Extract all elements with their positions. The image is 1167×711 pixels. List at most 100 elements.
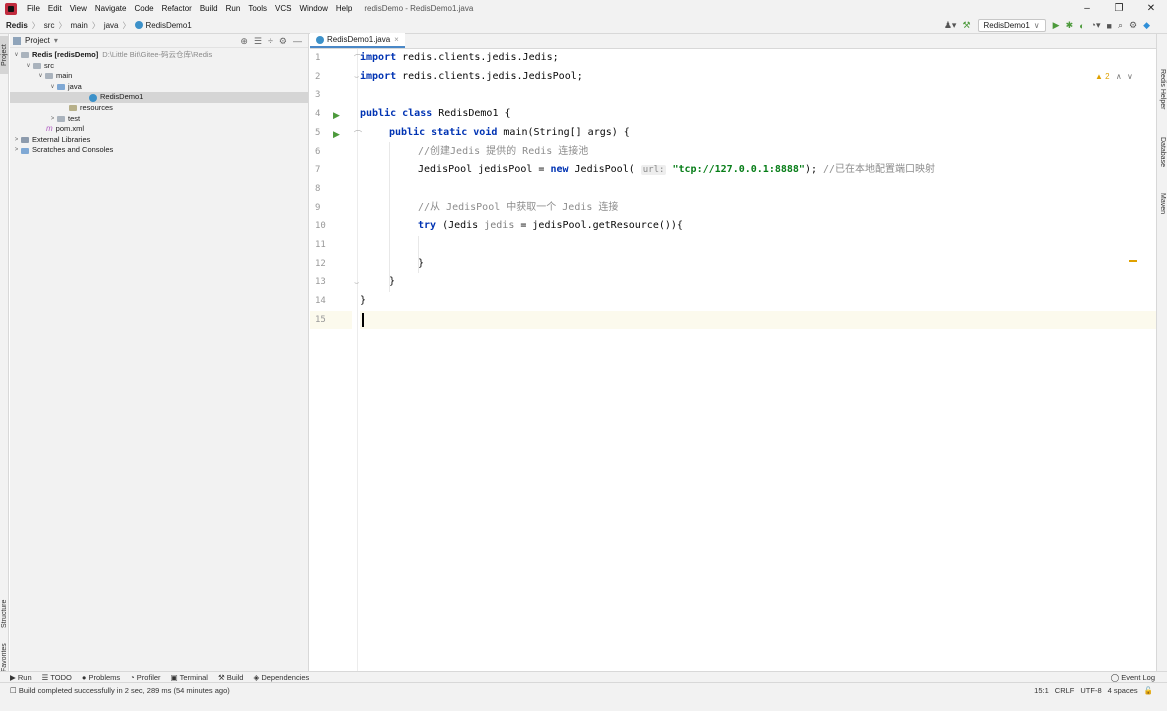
tool-build-button[interactable]: ⚒ Build — [218, 673, 244, 682]
menu-tools[interactable]: Tools — [244, 0, 271, 17]
breadcrumb-class[interactable]: RedisDemo1 — [146, 21, 192, 30]
line-number-gutter: 1 2 3 4 5 6 7 8 9 10 11 12 13 14 15 ▶ ▶ … — [310, 49, 362, 682]
expand-all-icon[interactable]: ☰ — [254, 36, 262, 47]
menu-navigate[interactable]: Navigate — [91, 0, 131, 17]
menu-help[interactable]: Help — [332, 0, 356, 17]
tool-tab-structure[interactable]: Structure — [0, 594, 9, 634]
menu-refactor[interactable]: Refactor — [158, 0, 196, 17]
stop-icon[interactable]: ■ — [1107, 21, 1112, 31]
chevron-down-icon[interactable]: ∨ — [24, 61, 33, 72]
menu-build[interactable]: Build — [196, 0, 222, 17]
debug-icon[interactable]: ✱ — [1066, 20, 1074, 31]
locate-icon[interactable]: ⊕ — [240, 36, 248, 47]
fold-icon[interactable]: ⌣ — [354, 278, 359, 288]
settings-gear-icon[interactable]: ⚙ — [1129, 20, 1137, 31]
tree-item-resources[interactable]: resources — [10, 103, 308, 114]
menu-view[interactable]: View — [66, 0, 91, 17]
collapse-all-icon[interactable]: ÷ — [268, 36, 273, 47]
tool-run-button[interactable]: ▶ Run — [10, 673, 32, 682]
menu-vcs[interactable]: VCS — [271, 0, 295, 17]
java-class-icon — [316, 35, 324, 44]
gear-icon[interactable]: ⚙ — [279, 36, 287, 47]
chevron-down-icon[interactable]: ∨ — [48, 82, 57, 93]
menu-code[interactable]: Code — [130, 0, 157, 17]
tool-tab-redis-helper[interactable]: Redis Helper — [1158, 64, 1167, 114]
tool-problems-button[interactable]: ● Problems — [82, 673, 120, 682]
tree-item-pom[interactable]: m pom.xml — [10, 124, 308, 135]
status-message[interactable]: ☐ Build completed successfully in 2 sec,… — [10, 686, 230, 695]
chevron-right-icon: 〉 — [91, 20, 100, 30]
tool-todo-button[interactable]: ☰ TODO — [42, 673, 72, 682]
breadcrumb-src[interactable]: src — [44, 21, 55, 30]
code-area[interactable]: import redis.clients.jedis.Jedis; import… — [360, 49, 1156, 682]
build-hammer-icon[interactable]: ⚒ — [962, 20, 970, 31]
fold-icon[interactable]: ⌣ — [354, 72, 359, 82]
code-token: import — [360, 70, 397, 82]
file-encoding[interactable]: UTF-8 — [1080, 686, 1101, 695]
chevron-right-icon[interactable]: > — [12, 145, 21, 156]
hide-panel-icon[interactable]: — — [293, 36, 302, 47]
close-tab-icon[interactable]: × — [394, 35, 399, 44]
chevron-down-icon[interactable]: ∨ — [12, 50, 21, 61]
run-config-select[interactable]: RedisDemo1 ∨ — [977, 19, 1046, 32]
tab-redisdemo1-java[interactable]: RedisDemo1.java × — [310, 33, 405, 48]
coverage-icon[interactable]: ◐ — [1079, 21, 1084, 31]
user-icon[interactable]: ♟▾ — [944, 20, 957, 31]
java-class-icon — [134, 21, 143, 29]
tool-tab-database[interactable]: Database — [1158, 130, 1167, 174]
indent-setting[interactable]: 4 spaces — [1108, 686, 1138, 695]
event-log-button[interactable]: ◯ Event Log — [1111, 673, 1155, 682]
project-panel-header: Project ▾ ⊕ ☰ ÷ ⚙ — — [10, 34, 308, 48]
tree-item-test[interactable]: > test — [10, 114, 308, 125]
tool-profiler-button[interactable]: ◔ Profiler — [130, 673, 160, 682]
code-line: try (Jedis jedis = jedisPool.getResource… — [360, 217, 1156, 236]
maximize-button[interactable]: ❐ — [1103, 0, 1135, 17]
tool-dependencies-button[interactable]: ◈ Dependencies — [253, 673, 309, 682]
tool-label: Run — [17, 672, 32, 682]
breadcrumb-java[interactable]: java — [104, 21, 119, 30]
menu-file[interactable]: File — [23, 0, 44, 17]
tree-item-scratches[interactable]: > Scratches and Consoles — [10, 145, 308, 156]
run-main-icon[interactable]: ▶ — [333, 129, 340, 140]
run-icon[interactable]: ▶ — [1053, 20, 1060, 31]
menu-run[interactable]: Run — [222, 0, 245, 17]
chevron-down-icon[interactable]: ∨ — [1127, 72, 1133, 81]
warning-scroll-marker[interactable] — [1129, 260, 1137, 262]
folder-icon — [57, 115, 65, 122]
search-icon[interactable]: ⌕ — [1118, 20, 1123, 31]
menu-window[interactable]: Window — [295, 0, 331, 17]
tool-tab-maven[interactable]: Maven — [1158, 186, 1167, 222]
tree-item-redisdemo1[interactable]: RedisDemo1 — [10, 92, 308, 103]
minimize-button[interactable]: – — [1071, 0, 1103, 17]
close-window-button[interactable]: ✕ — [1135, 0, 1167, 17]
line-separator[interactable]: CRLF — [1055, 686, 1075, 695]
breadcrumb-project[interactable]: Redis — [6, 21, 28, 30]
chevron-up-icon[interactable]: ∧ — [1116, 72, 1122, 81]
tool-tab-project[interactable]: Project — [0, 36, 9, 74]
tool-terminal-button[interactable]: ▣ Terminal — [171, 673, 208, 682]
menu-edit[interactable]: Edit — [44, 0, 66, 17]
chevron-down-icon[interactable]: ∨ — [36, 71, 45, 82]
tab-label: RedisDemo1.java — [327, 35, 391, 44]
chevron-right-icon[interactable]: > — [48, 114, 57, 125]
dependencies-icon: ◈ — [253, 672, 260, 682]
profile-icon[interactable]: ◔▾ — [1091, 20, 1101, 31]
caret-position[interactable]: 15:1 — [1034, 686, 1049, 695]
tree-item-project[interactable]: ∨ Redis [redisDemo] D:\Little Bit\Gitee-… — [10, 50, 308, 61]
lock-icon[interactable]: 🔓 — [1144, 686, 1153, 695]
tree-item-external-libraries[interactable]: > External Libraries — [10, 135, 308, 146]
project-view-title[interactable]: Project — [25, 36, 50, 45]
jetbrains-plugin-icon[interactable]: ◆ — [1143, 20, 1150, 31]
chevron-right-icon[interactable]: > — [12, 135, 21, 146]
tree-item-java[interactable]: ∨ java — [10, 82, 308, 93]
inspection-widget[interactable]: ▲ 2 ∧ ∨ — [1095, 72, 1133, 81]
tree-item-src[interactable]: ∨ src — [10, 61, 308, 72]
run-class-icon[interactable]: ▶ — [333, 110, 340, 121]
code-token: JedisPool( — [568, 164, 641, 176]
line-number: 9 — [315, 202, 321, 213]
dropdown-icon[interactable]: ▾ — [54, 36, 58, 45]
breadcrumb-main[interactable]: main — [70, 21, 87, 30]
window-title: redisDemo - RedisDemo1.java — [364, 4, 474, 13]
folder-icon — [33, 62, 41, 69]
tree-item-main[interactable]: ∨ main — [10, 71, 308, 82]
